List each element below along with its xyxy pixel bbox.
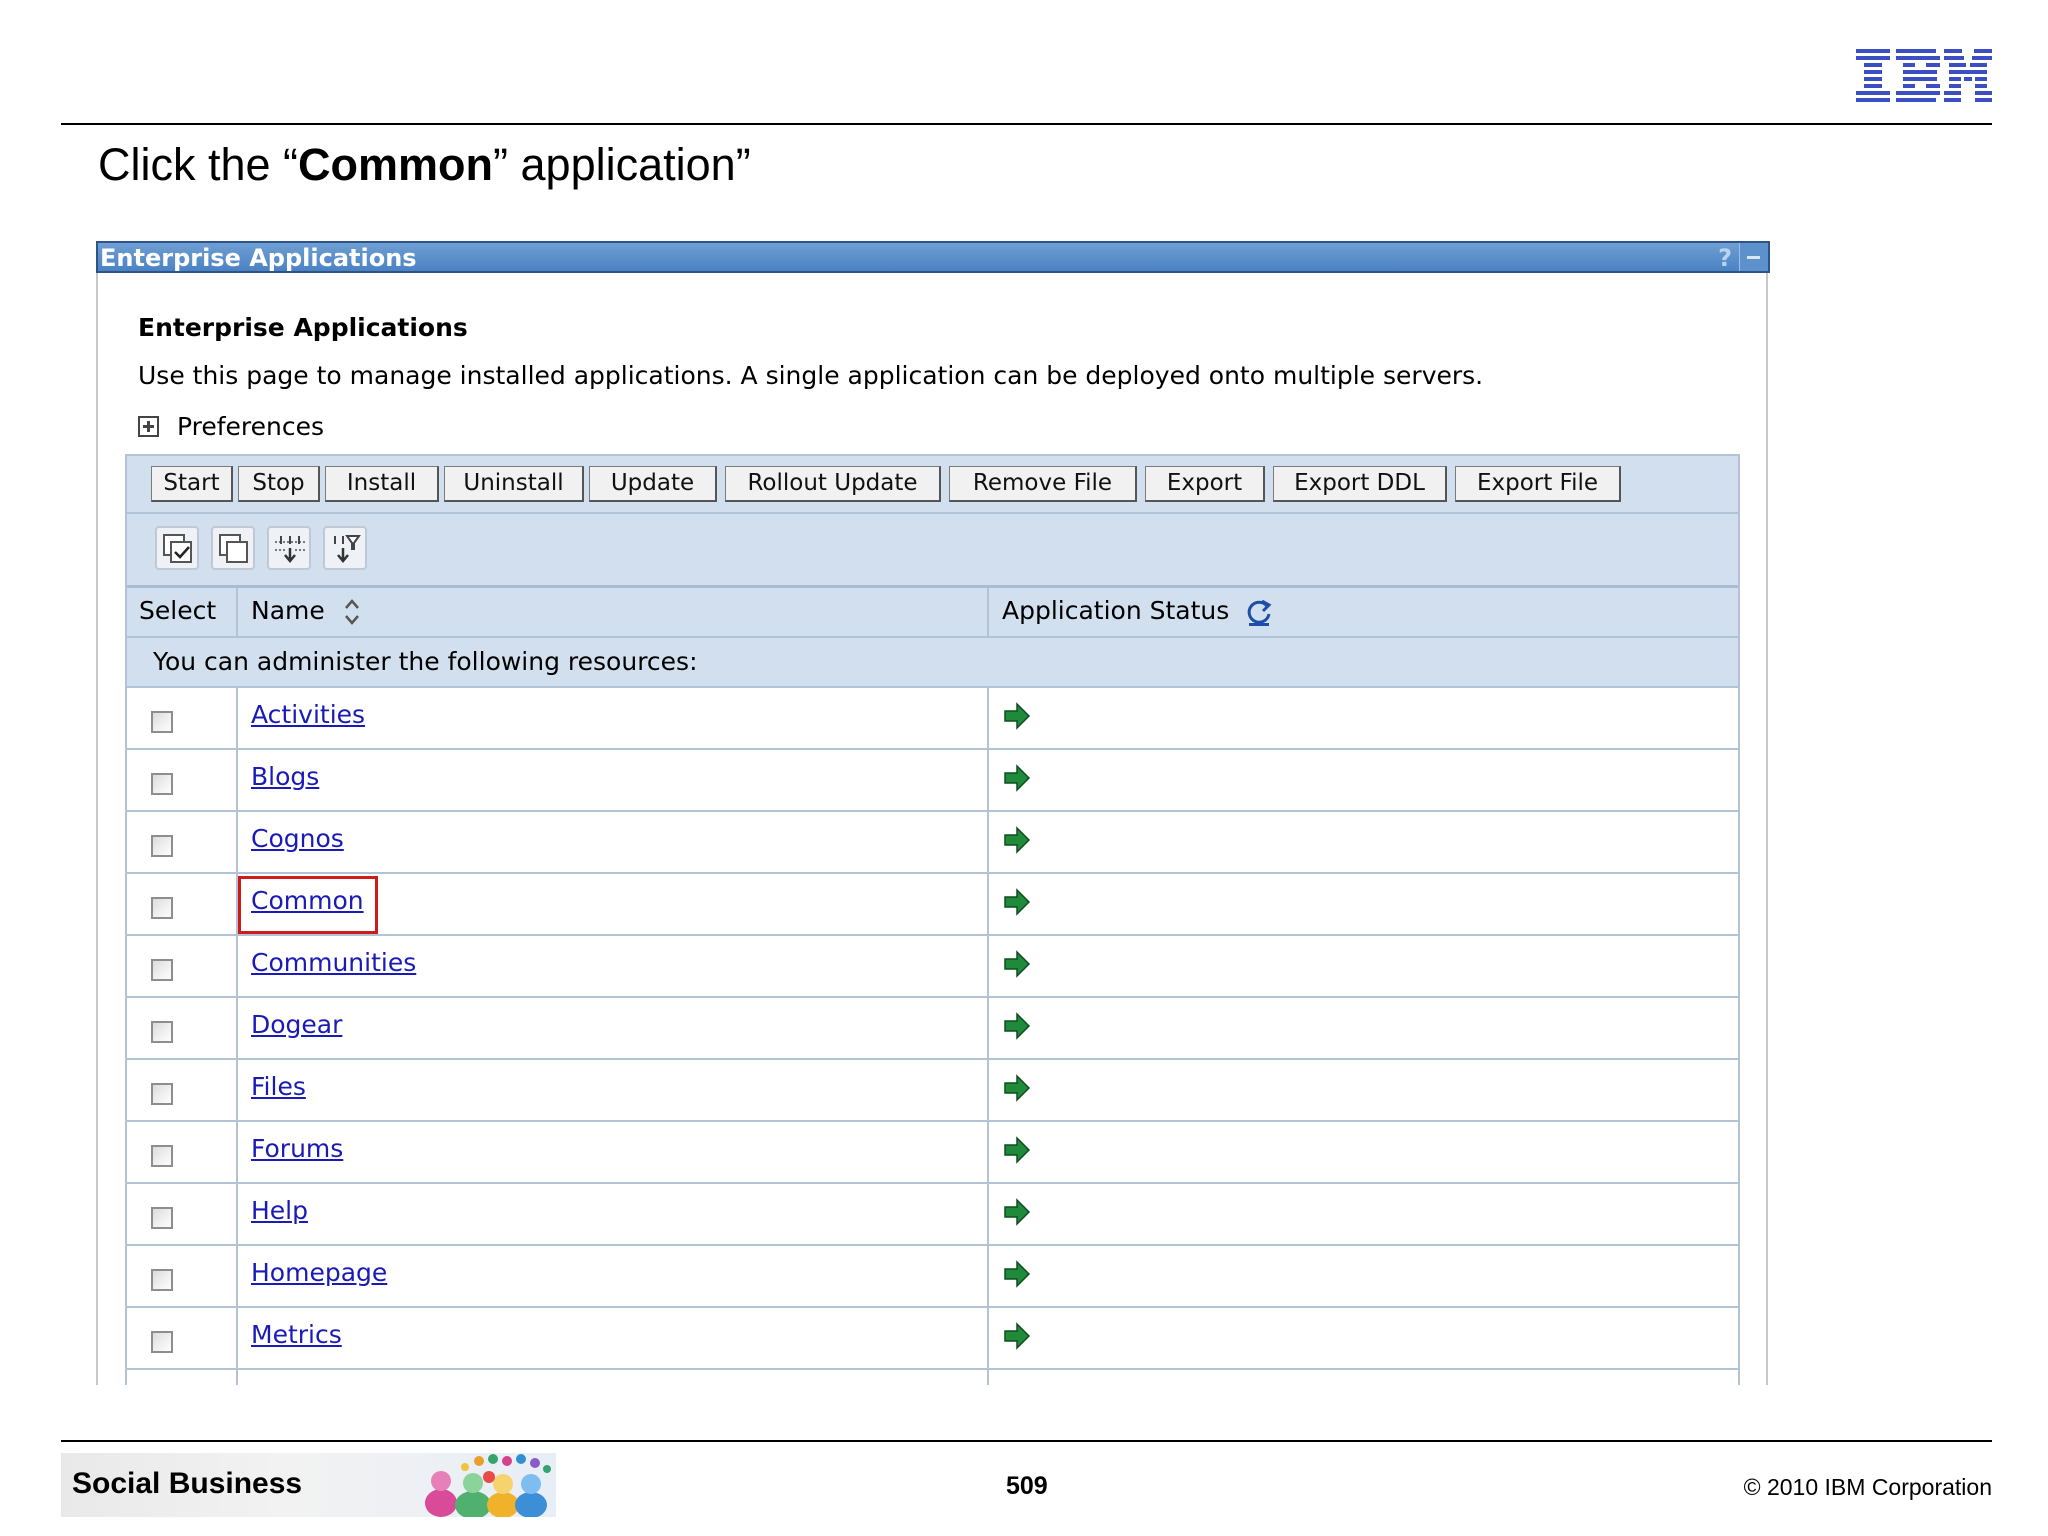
- footer-rule: [61, 1440, 1992, 1442]
- page-heading: Enterprise Applications: [138, 313, 468, 342]
- table-row: Activities: [127, 688, 1738, 750]
- sort-icon[interactable]: [343, 597, 361, 627]
- app-link-metrics[interactable]: Metrics: [251, 1320, 342, 1349]
- footer-brand: Social Business: [72, 1467, 303, 1500]
- slide-title-emphasis: Common: [298, 139, 494, 190]
- copyright-notice: © 2010 IBM Corporation: [1743, 1474, 1992, 1500]
- name-header-label: Name: [251, 596, 325, 625]
- export-button[interactable]: Export: [1145, 466, 1265, 502]
- started-status-icon: [1004, 950, 1031, 978]
- table-row: Common: [127, 874, 1738, 936]
- started-status-icon: [1004, 1260, 1031, 1288]
- table-row: Dogear: [127, 998, 1738, 1060]
- update-button[interactable]: Update: [589, 466, 717, 502]
- preferences-toggle[interactable]: Preferences: [138, 412, 324, 441]
- help-icon[interactable]: ?: [1718, 245, 1732, 271]
- export-ddl-button[interactable]: Export DDL: [1273, 466, 1447, 502]
- slide-title: Click the “Common” application”: [98, 137, 751, 193]
- table-row: Metrics: [127, 1308, 1738, 1370]
- app-link-forums[interactable]: Forums: [251, 1134, 343, 1163]
- status-header-label: Application Status: [1002, 596, 1230, 625]
- app-link-common[interactable]: Common: [251, 886, 364, 915]
- table-header-row: Select Name Application Status: [127, 588, 1738, 638]
- table-row: Blogs: [127, 750, 1738, 812]
- started-status-icon: [1004, 888, 1031, 916]
- action-button-bar: Start Stop Install Uninstall Update Roll…: [127, 456, 1738, 514]
- row-select-checkbox[interactable]: [151, 1021, 173, 1043]
- table-row: Forums: [127, 1122, 1738, 1184]
- admin-notice-row: You can administer the following resourc…: [127, 638, 1738, 688]
- row-select-checkbox[interactable]: [151, 1207, 173, 1229]
- people-illustration: [425, 1454, 551, 1517]
- table-row: Help: [127, 1184, 1738, 1246]
- remove-file-button[interactable]: Remove File: [949, 466, 1137, 502]
- column-divider: [987, 588, 989, 636]
- name-column-header[interactable]: Name: [251, 588, 361, 636]
- table-row: Cognos: [127, 812, 1738, 874]
- table-row: Communities: [127, 936, 1738, 998]
- console-screenshot: Enterprise Applications ? Enterprise App…: [96, 241, 1770, 1385]
- preferences-label: Preferences: [177, 412, 325, 441]
- started-status-icon: [1004, 702, 1031, 730]
- app-link-dogear[interactable]: Dogear: [251, 1010, 342, 1039]
- started-status-icon: [1004, 1136, 1031, 1164]
- app-link-files[interactable]: Files: [251, 1072, 306, 1101]
- table-row: Files: [127, 1060, 1738, 1122]
- started-status-icon: [1004, 1012, 1031, 1040]
- row-select-checkbox[interactable]: [151, 1331, 173, 1353]
- minimize-icon[interactable]: [1739, 243, 1768, 271]
- app-link-communities[interactable]: Communities: [251, 948, 416, 977]
- show-filter-icon[interactable]: [267, 526, 311, 570]
- ibm-logo: [1856, 49, 1992, 102]
- expand-icon: [138, 415, 159, 437]
- row-select-checkbox[interactable]: [151, 1083, 173, 1105]
- clear-filter-icon[interactable]: [323, 526, 367, 570]
- start-button[interactable]: Start: [151, 466, 233, 502]
- app-link-activities[interactable]: Activities: [251, 700, 365, 729]
- rollout-update-button[interactable]: Rollout Update: [725, 466, 941, 502]
- select-column-header: Select: [139, 596, 217, 625]
- export-file-button[interactable]: Export File: [1455, 466, 1621, 502]
- row-select-checkbox[interactable]: [151, 711, 173, 733]
- admin-notice-text: You can administer the following resourc…: [153, 647, 698, 676]
- applications-collection: Start Stop Install Uninstall Update Roll…: [125, 454, 1740, 1385]
- row-select-checkbox[interactable]: [151, 835, 173, 857]
- started-status-icon: [1004, 1198, 1031, 1226]
- started-status-icon: [1004, 764, 1031, 792]
- slide-title-suffix: ” application”: [493, 139, 751, 190]
- app-link-help[interactable]: Help: [251, 1196, 308, 1225]
- status-column-header: Application Status: [1002, 588, 1273, 636]
- table-row: Homepage: [127, 1246, 1738, 1308]
- table-row: [127, 1370, 1738, 1385]
- social-business-banner: Social Business: [61, 1453, 556, 1517]
- portlet-titlebar: Enterprise Applications ?: [96, 241, 1770, 273]
- page-number: 509: [1006, 1472, 1048, 1500]
- stop-button[interactable]: Stop: [238, 466, 320, 502]
- portlet-title: Enterprise Applications: [100, 244, 417, 272]
- column-divider: [236, 588, 238, 636]
- install-button[interactable]: Install: [325, 466, 439, 502]
- app-link-blogs[interactable]: Blogs: [251, 762, 319, 791]
- app-link-cognos[interactable]: Cognos: [251, 824, 344, 853]
- app-link-homepage[interactable]: Homepage: [251, 1258, 387, 1287]
- row-select-checkbox[interactable]: [151, 1145, 173, 1167]
- select-all-icon[interactable]: [155, 526, 199, 570]
- applications-table-body: Activities Blogs Cognos Common Communiti: [127, 688, 1738, 1385]
- row-select-checkbox[interactable]: [151, 1269, 173, 1291]
- table-icon-bar: [127, 514, 1738, 588]
- slide-title-prefix: Click the “: [98, 139, 299, 190]
- started-status-icon: [1004, 826, 1031, 854]
- page-description: Use this page to manage installed applic…: [138, 361, 1484, 390]
- row-select-checkbox[interactable]: [151, 773, 173, 795]
- refresh-icon[interactable]: [1245, 597, 1273, 627]
- deselect-all-icon[interactable]: [211, 526, 255, 570]
- started-status-icon: [1004, 1074, 1031, 1102]
- row-select-checkbox[interactable]: [151, 897, 173, 919]
- uninstall-button[interactable]: Uninstall: [444, 466, 584, 502]
- started-status-icon: [1004, 1322, 1031, 1350]
- row-select-checkbox[interactable]: [151, 959, 173, 981]
- header-rule: [61, 123, 1992, 125]
